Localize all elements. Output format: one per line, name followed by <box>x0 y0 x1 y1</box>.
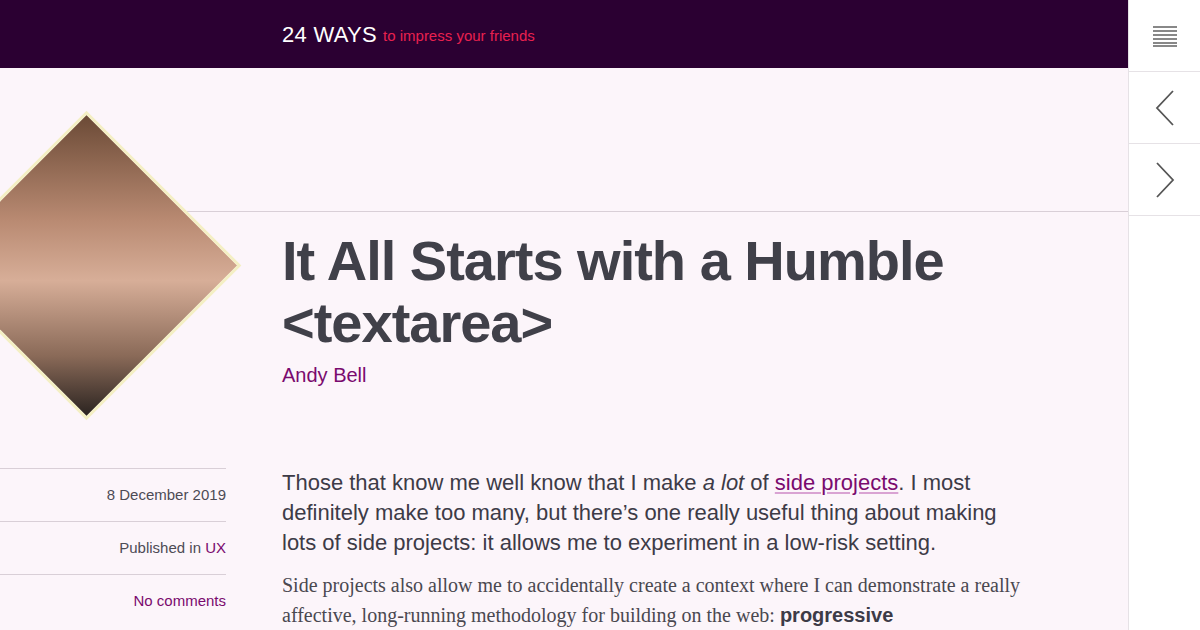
author-photo <box>0 111 241 421</box>
meta-date: 8 December 2019 <box>0 468 226 521</box>
site-tagline: to impress your friends <box>383 25 535 48</box>
article-header: It All Starts with a Humble <textarea> A… <box>0 68 1128 389</box>
body-paragraph: Side projects also allow me to accidenta… <box>282 570 1032 630</box>
meta-category: Published in UX <box>0 521 226 574</box>
menu-button[interactable] <box>1129 0 1200 72</box>
comments-link[interactable]: No comments <box>133 592 226 609</box>
article-body: 8 December 2019 Published in UX No comme… <box>0 468 1128 630</box>
article-text: Those that know me well know that I make… <box>282 468 1032 630</box>
text-run: Side projects also allow me to accidenta… <box>282 574 1020 626</box>
category-link[interactable]: UX <box>205 539 226 556</box>
category-label: Published in <box>119 539 205 556</box>
chevron-right-icon <box>1155 162 1175 198</box>
previous-button[interactable] <box>1129 72 1200 144</box>
side-nav <box>1128 0 1200 630</box>
menu-icon <box>1152 25 1178 47</box>
inline-link[interactable]: side projects <box>775 470 899 495</box>
next-button[interactable] <box>1129 144 1200 216</box>
meta-comments: No comments <box>0 574 226 627</box>
article-title: It All Starts with a Humble <textarea> <box>282 212 1088 354</box>
text-run: Those that know me well know that I make <box>282 470 703 495</box>
chevron-left-icon <box>1155 90 1175 126</box>
emphasis: a lot <box>703 470 745 495</box>
article-meta: 8 December 2019 Published in UX No comme… <box>0 468 226 630</box>
site-logo[interactable]: 24 WAYS <box>282 18 377 51</box>
title-block: It All Starts with a Humble <textarea> A… <box>185 211 1128 389</box>
intro-paragraph: Those that know me well know that I make… <box>282 468 1032 558</box>
text-run: of <box>744 470 775 495</box>
strong-text: progressive <box>780 604 893 626</box>
author-link[interactable]: Andy Bell <box>282 362 367 388</box>
main-area: 24 WAYS to impress your friends It All S… <box>0 0 1128 630</box>
site-header: 24 WAYS to impress your friends <box>0 0 1128 68</box>
